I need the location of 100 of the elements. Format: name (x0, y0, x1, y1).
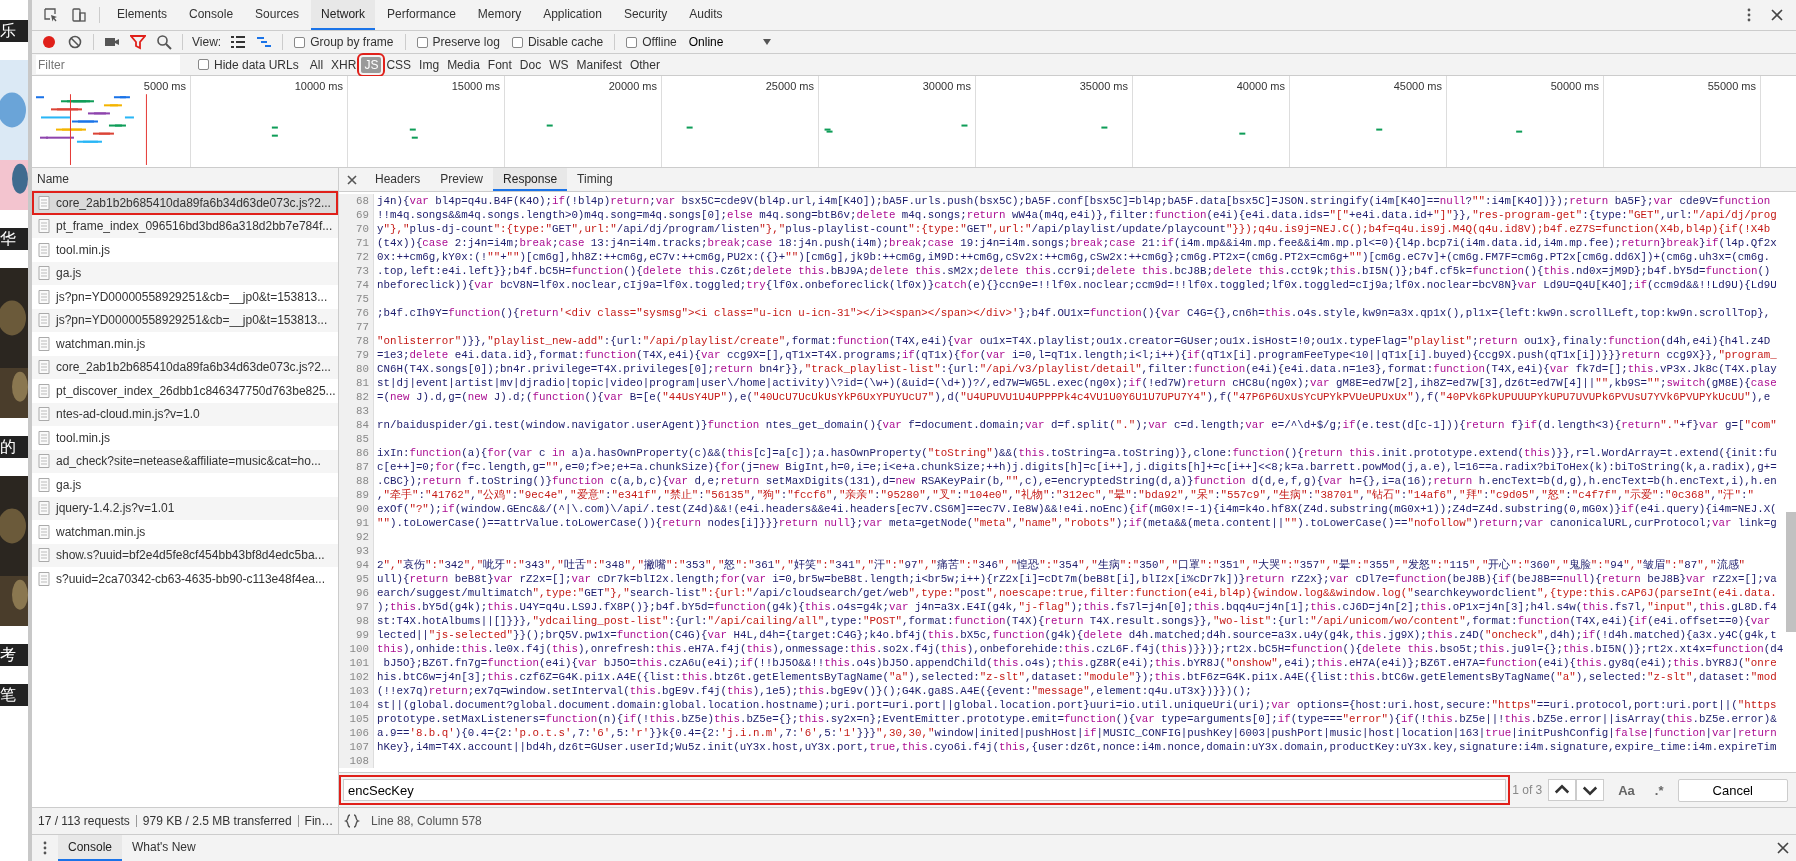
cursor-position: Line 88, Column 578 (371, 814, 482, 828)
detail-tab[interactable]: Preview (430, 168, 494, 191)
panel-tab[interactable]: Network (311, 0, 376, 30)
type-filter[interactable]: Manifest (573, 56, 625, 73)
option-checkbox[interactable]: Group by frame (294, 35, 394, 49)
code-line: his.btC6w=j4n[3];this.czf6Z=G4K.pi1x.A4E({list:this.btz6t.getElementsByTagName("a"),selected:"z-slt",dataset:"module"});this.btF6z=G4K.pi1x.A4E({list:this.btC6w.getElementsByTagName("a"),selected:"z-slt",dataset:"mod (376, 670, 1777, 684)
code-line: ull){return beB8t}var rZ2x=[];var cDr7k=blI2x.length;for(var i=0,br5w=beB8t.length;i<br5w;i++){rZ2x[i]=cDt7m(beB8t[i],blI2x[i%cDr7k])}return rZ2x};var cDl7e=function(beJ8B){if(beJ8B==null){return beJ8B}var rZ2x=[];va (376, 572, 1777, 586)
file-icon (38, 571, 50, 586)
search-icon[interactable] (156, 34, 172, 50)
request-row[interactable]: jquery-1.4.2.js?v=1.01 (32, 496, 338, 520)
line-number: 82 (339, 390, 374, 404)
code-line: a.9=='8.b.q'){0.4={2:'p.o.t.s',7:'6',5:'r'}}k{0.4={2:'j.i.n.m',7:'6',5:'1'}}}",30,30,"window|inited|pushHost|if|MUSIC_CONFIG|pushKey|6003|pushPort|music|host|location|163|true|initPushConfig|false|function|var|return (376, 726, 1777, 740)
code-line: st||(global.document?global.document.domain:global.location.hostname);uri.port=uri.port||global.location.port}uuri=io.util.uniqueUri(uri);var options={host:uri.host,secure:"https"==uri.protocol,port:uri.port||("https (376, 698, 1777, 712)
code-line: st|dj|event|artist|mv|djradio|topic|video|program|user\/home|activity)\?id=(\w+)(&uid=(\d+))?/,ed7W=WG5L.exec(ng0x);if(!ed7W)return cHC8u(ng0x);var gM8E=ed7W[2],ih8Z=ed7W[3],dz6t=ed7W[4]||"",kb9S="";switch(gM8E){case (376, 376, 1777, 390)
file-icon (38, 454, 50, 469)
line-number: 89 (339, 488, 374, 502)
inspect-icon[interactable] (43, 7, 59, 23)
request-row[interactable]: js?pn=YD00000558929251&cb=__jp0&t=153813... (32, 308, 338, 332)
code-line: !!m4q.songs&&m4q.songs.length>0)m4q.song=m4q.songs[0];else m4q.song=btB6v;delete m4q.songs;return wW4a(m4q,e4i)},filter:function(e4i){e4i.data.ids="["+e4i.data.id+"]"}},"res-program-get":{type:"GET",url:"/api/dj/prog (376, 208, 1777, 222)
code-line: "").toLowerCase()==attrValue.toLowerCase()){return nodes[i]}}}return null};var meta=getNode("meta","name","robots");if(meta&&(meta.content||"").toLowerCase()=="nofollow")return;var canonicalURL,curProtocol;var link=g (376, 516, 1777, 530)
code-line: ixIn:function(a){for(var c in a)a.hasOwnProperty(c)&&(this[c]=a[c]);a.hasOwnProperty("toString")&&(this.toString=a.toString)},clone:function(){return this.init.prototype.extend(this)}},r=l.WordArray=t.extend({init:fu (376, 446, 1777, 460)
file-icon (38, 219, 50, 234)
code-line: 2","哀伤":"342","呲牙":"343","吐舌":"348","撇嘴":"353","怒":"361","奸笑":"341","汗":"97","痛苦":"346","惶恐":"354","生病":"350","口罩":"351","大哭":"357","晕":"355","发怒":"115","开心":"360","鬼脸":"94","皱眉":"87","流感" (376, 558, 1746, 572)
code-line: (!!ex7q)return;ex7q=window.setInterval(this.bgE9v.f4j(this),1e5);this.bgE9v()}();G4K.ga8S.A4E({event:"message",element:q4u.uT3x})}})(); (376, 684, 1252, 698)
request-row[interactable]: ad_check?site=netease&affiliate=music&cat=ho... (32, 449, 338, 473)
panel-tab[interactable]: Console (179, 0, 244, 30)
request-name: watchman.min.js (56, 336, 146, 351)
device-icon[interactable] (71, 7, 87, 23)
line-number: 86 (339, 446, 374, 460)
panel-tab[interactable]: Elements (107, 0, 178, 30)
type-filter[interactable]: All (306, 56, 327, 73)
code-line: earch/suggest/multimatch",type:"GET"},"search-list":{url:"/api/cloudsearch/get/web",type:"post",noescape:true,filter:function(e4i,bl4p){window.log&&window.log("searchkeywordclient",{type:this.cAP6J(parseInt(e4i.data. (376, 586, 1777, 600)
page-text: 的 (0, 436, 28, 458)
option-checkbox[interactable]: Disable cache (511, 35, 604, 49)
file-icon (38, 195, 50, 210)
code-line: hKey},i4m=T4X.account||bd4h,dz6t=GUser.userId;Wu5z.init(uY3x.host,uY3x.port,true,this.cyo6i.f4j(this,{user:dz6t,nonce:i4m.nonce,domain:uY3x.domain,productKey:uY3x.key,signature:i4m.signature,expire_time:i4m.expireTim (376, 740, 1777, 754)
code-line: rn/baiduspider/gi.test(window.navigator.userAgent)}function ntes_get_domain(){var f=document.domain;var d=f.split(".");var c=d.length;var e=/^\d+$/g;if(e.test(d[c-1])){return f}if(d.length<3){return"."+f}var g=["com" (376, 418, 1777, 432)
close-icon[interactable] (1775, 840, 1791, 856)
summary-text: 17 / 113 requests (38, 814, 130, 828)
request-row[interactable]: show.s?uuid=bf2e4d5fe8cf454bb43bf8d4edc5ba... (32, 543, 338, 567)
detail-tab[interactable]: Response (493, 168, 568, 191)
type-filter[interactable]: CSS (383, 56, 415, 73)
scrollbar[interactable] (1786, 512, 1796, 632)
panel-tab[interactable]: Sources (245, 0, 310, 30)
caret-icon[interactable] (763, 39, 772, 45)
hide-data-urls-checkbox[interactable]: Hide data URLs (198, 57, 299, 72)
type-filter[interactable]: Doc (516, 56, 545, 73)
code-line: lected||"js-selected"}}();brQ5V.pw1x=function(C4G){var H4L,d4h={target:C4G};k4o.bf4j(this.bX5c,function(g4k){delete d4h.matched;d4h.source=a3x.u4y(g4k,this.jg9X);this.z4D("oncheck",d4h);if(!d4h.matched){a3x.y4C(g4k,t (376, 628, 1777, 642)
request-name: core_2ab1b2b685410da89fa6b34d63de073c.js?2... (56, 360, 331, 375)
type-filter[interactable]: WS (546, 56, 572, 73)
detail-tab[interactable]: Timing (567, 168, 623, 191)
pretty-print-icon[interactable] (344, 813, 360, 829)
type-filter[interactable]: Other (626, 56, 663, 73)
previous-match-icon[interactable] (1548, 779, 1577, 801)
drawer-tab[interactable]: What's New (122, 835, 206, 861)
match-case-toggle[interactable]: Aa (1612, 782, 1641, 798)
line-number: 103 (339, 684, 374, 698)
filter-icon[interactable] (130, 34, 146, 50)
code-line: =1e3;delete e4i.data.id},format:function(T4X,e4i){var ccg9X=[],qT1x=T4X.programs;if(qT1x){for(var i=0,l=qT1x.length;i<l;i++){if(qT1x[i].programFeeType<10||qT1x[i].buyed){ccg9X.push(qT1x[i])}}}return ccg9X}},"program_ (376, 348, 1777, 362)
filter-field[interactable]: Filter (36, 55, 180, 74)
panel-tab[interactable]: Application (533, 0, 612, 30)
request-row[interactable]: ntes-ad-cloud.min.js?v=1.0 (32, 402, 338, 426)
type-filter[interactable]: Font (484, 56, 515, 73)
waterfall-icon[interactable] (256, 34, 273, 50)
list-view-icon[interactable] (230, 34, 247, 50)
column-header[interactable]: Name (32, 168, 338, 191)
record-icon[interactable] (41, 34, 57, 50)
next-match-icon[interactable] (1576, 779, 1605, 801)
request-row[interactable]: core_2ab1b2b685410da89fa6b34d63de073c.js?2... (32, 191, 338, 215)
request-row[interactable]: pt_frame_index_096516bd3bd86a318d2bb7e784f... (32, 214, 338, 238)
request-name: pt_discover_index_26dbb1c846347750d763be825... (56, 383, 336, 398)
request-row[interactable]: core_2ab1b2b685410da89fa6b34d63de073c.js?2... (32, 355, 338, 379)
drawer-tab[interactable]: Console (58, 835, 123, 861)
code-line: CN6H(T4X.songs[0]);bn4r.privilege=T4X.privileges[0];return bn4r}},"track_playlist-list":{url:"/api/v3/playlist/detail",filter:function(e4i){e4i.data.n=1e3},format:function(T4X,e4i){var fk7d=[];this.vP3x.Jk8c(T4X.play (376, 362, 1777, 376)
panel-tab[interactable]: Security (613, 0, 678, 30)
request-name: watchman.min.js (56, 524, 146, 539)
detail-tab[interactable]: Headers (365, 168, 431, 191)
cancel-button[interactable]: Cancel (1677, 778, 1788, 802)
regex-toggle[interactable]: .* (1648, 782, 1670, 798)
line-number: 105 (339, 712, 374, 726)
line-number: 100 (339, 642, 374, 656)
option-checkbox[interactable]: Offline (626, 35, 677, 49)
page-text: 华 (0, 228, 28, 250)
type-filter[interactable]: Img (416, 56, 443, 73)
panel-tab[interactable]: Performance (377, 0, 466, 30)
option-checkbox[interactable]: Preserve log (416, 35, 500, 49)
close-icon[interactable] (1769, 7, 1785, 23)
clear-icon[interactable] (67, 34, 83, 50)
throttling-dropdown[interactable]: Online (682, 35, 778, 49)
request-name: ga.js (56, 477, 82, 492)
type-filter[interactable]: XHR (328, 56, 360, 73)
panel-tab[interactable]: Memory (467, 0, 532, 30)
panel-tab[interactable]: Audits (679, 0, 733, 30)
page-text: 乐 (0, 20, 28, 42)
request-row[interactable]: ga.js (32, 261, 338, 285)
request-name: show.s?uuid=bf2e4d5fe8cf454bb43bf8d4edc5ba... (56, 548, 325, 563)
code-line: 0x:++cm6g,kY0x:(!""+"")[cm6g],hh8Z:++cm6g,eC7v:++cm6g,PU2x:({}+"")[cm6g],jk9b:++cm6g,iM9D:++cm6g,cSv2x:++cm6g,cSw2x:++cm6g};cm6g.PT2x=(cm6g.PT2x=cm6g+"")[cm6g.eC7v]+(cm6g.FM7F=cm6g.PT2x[cm6g.dd6X])+(cm6g.uh3x=(cm6g. (376, 250, 1771, 264)
file-icon (38, 360, 50, 375)
type-filter[interactable]: Media (444, 56, 483, 73)
line-number: 81 (339, 376, 374, 390)
